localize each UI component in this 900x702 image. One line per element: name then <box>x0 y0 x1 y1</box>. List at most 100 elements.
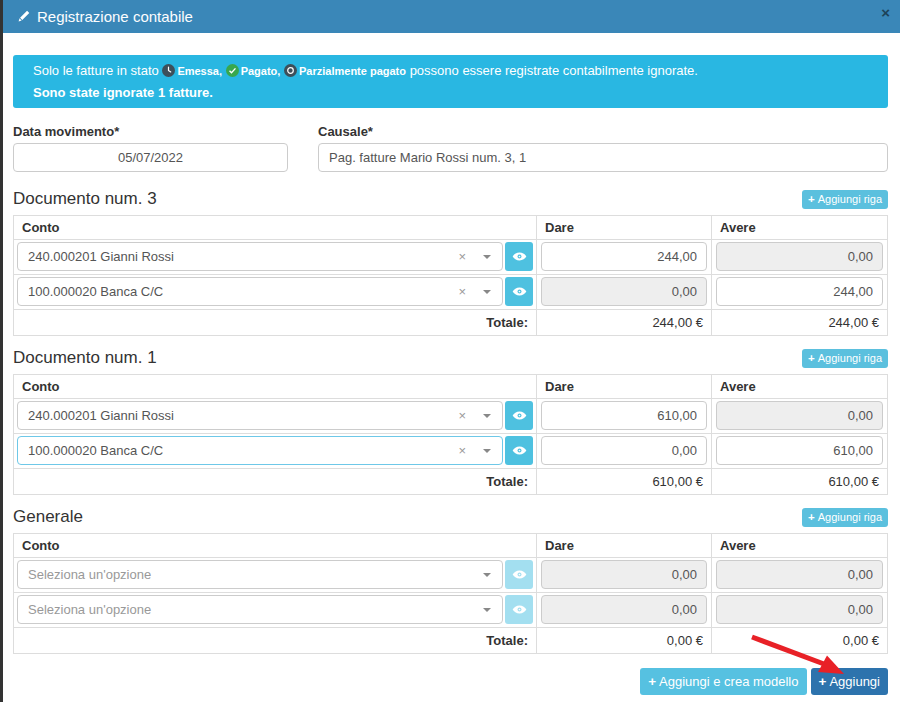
eye-icon <box>512 602 527 617</box>
data-movimento-field-group: Data movimento* <box>13 125 288 172</box>
eye-icon <box>512 284 527 299</box>
modal-backdrop-edge <box>0 0 3 702</box>
eye-icon <box>512 443 527 458</box>
conto-select[interactable]: 100.000020 Banca C/C × <box>17 436 503 465</box>
column-header-conto: Conto <box>14 216 537 240</box>
info-alert: Solo le fatture in stato Emessa, Pagato,… <box>13 55 888 108</box>
eye-icon <box>512 408 527 423</box>
avere-input <box>716 401 883 430</box>
column-header-avere: Avere <box>712 534 888 558</box>
rows-table: Conto Dare Avere 240.000201 Gianni Rossi… <box>13 215 888 336</box>
avere-input[interactable] <box>716 436 883 465</box>
table-row: 100.000020 Banca C/C × <box>14 434 888 469</box>
status-parzialmente-pagato: Parzialmente pagato <box>284 65 406 77</box>
status-emessa: Emessa, <box>162 65 222 77</box>
conto-select[interactable]: Seleziona un'opzione <box>17 595 503 624</box>
column-header-avere: Avere <box>712 375 888 399</box>
aggiungi-e-crea-modello-button[interactable]: +Aggiungi e crea modello <box>640 668 806 695</box>
totals-row: Totale: 0,00 € 0,00 € <box>14 628 888 654</box>
eye-icon <box>512 567 527 582</box>
totale-dare: 244,00 € <box>537 310 712 336</box>
data-movimento-label: Data movimento* <box>13 125 288 139</box>
view-account-button[interactable] <box>505 560 533 589</box>
clear-selection-icon[interactable]: × <box>458 408 466 423</box>
dare-input[interactable] <box>541 242 707 271</box>
check-icon <box>226 64 239 77</box>
totale-label: Totale: <box>14 628 537 654</box>
close-icon[interactable]: × <box>881 5 890 20</box>
chevron-down-icon <box>483 255 491 259</box>
avere-input[interactable] <box>716 277 883 306</box>
avere-input <box>716 242 883 271</box>
totale-dare: 0,00 € <box>537 628 712 654</box>
table-row: Seleziona un'opzione <box>14 593 888 628</box>
conto-select[interactable]: 240.000201 Gianni Rossi × <box>17 401 503 430</box>
clear-selection-icon[interactable]: × <box>458 284 466 299</box>
clear-selection-icon[interactable]: × <box>458 249 466 264</box>
aggiungi-button[interactable]: +Aggiungi <box>811 668 889 695</box>
alert-line1: Solo le fatture in stato Emessa, Pagato,… <box>33 60 868 82</box>
aggiungi-riga-button[interactable]: +Aggiungi riga <box>802 190 888 209</box>
clock-icon <box>162 64 175 77</box>
dare-input <box>541 560 707 589</box>
plus-icon: + <box>808 193 815 205</box>
conto-select[interactable]: 100.000020 Banca C/C × <box>17 277 503 306</box>
chevron-down-icon <box>483 449 491 453</box>
column-header-dare: Dare <box>537 216 712 240</box>
totale-dare: 610,00 € <box>537 469 712 495</box>
aggiungi-riga-button[interactable]: +Aggiungi riga <box>802 508 888 527</box>
view-account-button[interactable] <box>505 277 533 306</box>
status-pagato: Pagato, <box>226 65 281 77</box>
table-row: 240.000201 Gianni Rossi × <box>14 399 888 434</box>
view-account-button[interactable] <box>505 242 533 271</box>
view-account-button[interactable] <box>505 401 533 430</box>
column-header-dare: Dare <box>537 375 712 399</box>
column-header-conto: Conto <box>14 534 537 558</box>
data-movimento-input[interactable] <box>13 143 288 172</box>
totale-label: Totale: <box>14 310 537 336</box>
view-account-button[interactable] <box>505 436 533 465</box>
conto-select[interactable]: 240.000201 Gianni Rossi × <box>17 242 503 271</box>
table-row: 240.000201 Gianni Rossi × <box>14 240 888 275</box>
modal-header: Registrazione contabile × <box>3 0 900 33</box>
totale-avere: 610,00 € <box>712 469 888 495</box>
pencil-icon <box>17 10 30 23</box>
totale-label: Totale: <box>14 469 537 495</box>
column-header-avere: Avere <box>712 216 888 240</box>
chevron-down-icon <box>483 414 491 418</box>
aggiungi-riga-button[interactable]: +Aggiungi riga <box>802 349 888 368</box>
eye-icon <box>512 249 527 264</box>
clear-selection-icon[interactable]: × <box>458 443 466 458</box>
causale-field-group: Causale* <box>318 125 888 172</box>
section-title: Generale <box>13 507 83 527</box>
dare-input <box>541 277 707 306</box>
chevron-down-icon <box>483 608 491 612</box>
causale-input[interactable] <box>318 143 888 172</box>
section-2: Generale +Aggiungi riga Conto Dare Avere… <box>13 506 888 654</box>
column-header-dare: Dare <box>537 534 712 558</box>
section-title: Documento num. 3 <box>13 189 157 209</box>
table-row: Seleziona un'opzione <box>14 558 888 593</box>
avere-input <box>716 560 883 589</box>
dare-input[interactable] <box>541 436 707 465</box>
totale-avere: 0,00 € <box>712 628 888 654</box>
dare-input <box>541 595 707 624</box>
dare-input[interactable] <box>541 401 707 430</box>
view-account-button[interactable] <box>505 595 533 624</box>
totale-avere: 244,00 € <box>712 310 888 336</box>
rows-table: Conto Dare Avere Seleziona un'opzione <box>13 533 888 654</box>
chevron-down-icon <box>483 290 491 294</box>
plus-icon: + <box>819 674 827 689</box>
table-row: 100.000020 Banca C/C × <box>14 275 888 310</box>
modal-title: Registrazione contabile <box>37 8 193 25</box>
registrazione-contabile-modal: Registrazione contabile × Solo le fattur… <box>3 0 900 695</box>
totals-row: Totale: 244,00 € 244,00 € <box>14 310 888 336</box>
alert-line2: Sono state ignorate 1 fatture. <box>33 82 868 103</box>
plus-icon: + <box>648 674 656 689</box>
causale-label: Causale* <box>318 125 888 139</box>
conto-select[interactable]: Seleziona un'opzione <box>17 560 503 589</box>
rows-table: Conto Dare Avere 240.000201 Gianni Rossi… <box>13 374 888 495</box>
section-1: Documento num. 1 +Aggiungi riga Conto Da… <box>13 347 888 495</box>
chevron-down-icon <box>483 573 491 577</box>
plus-icon: + <box>808 511 815 523</box>
